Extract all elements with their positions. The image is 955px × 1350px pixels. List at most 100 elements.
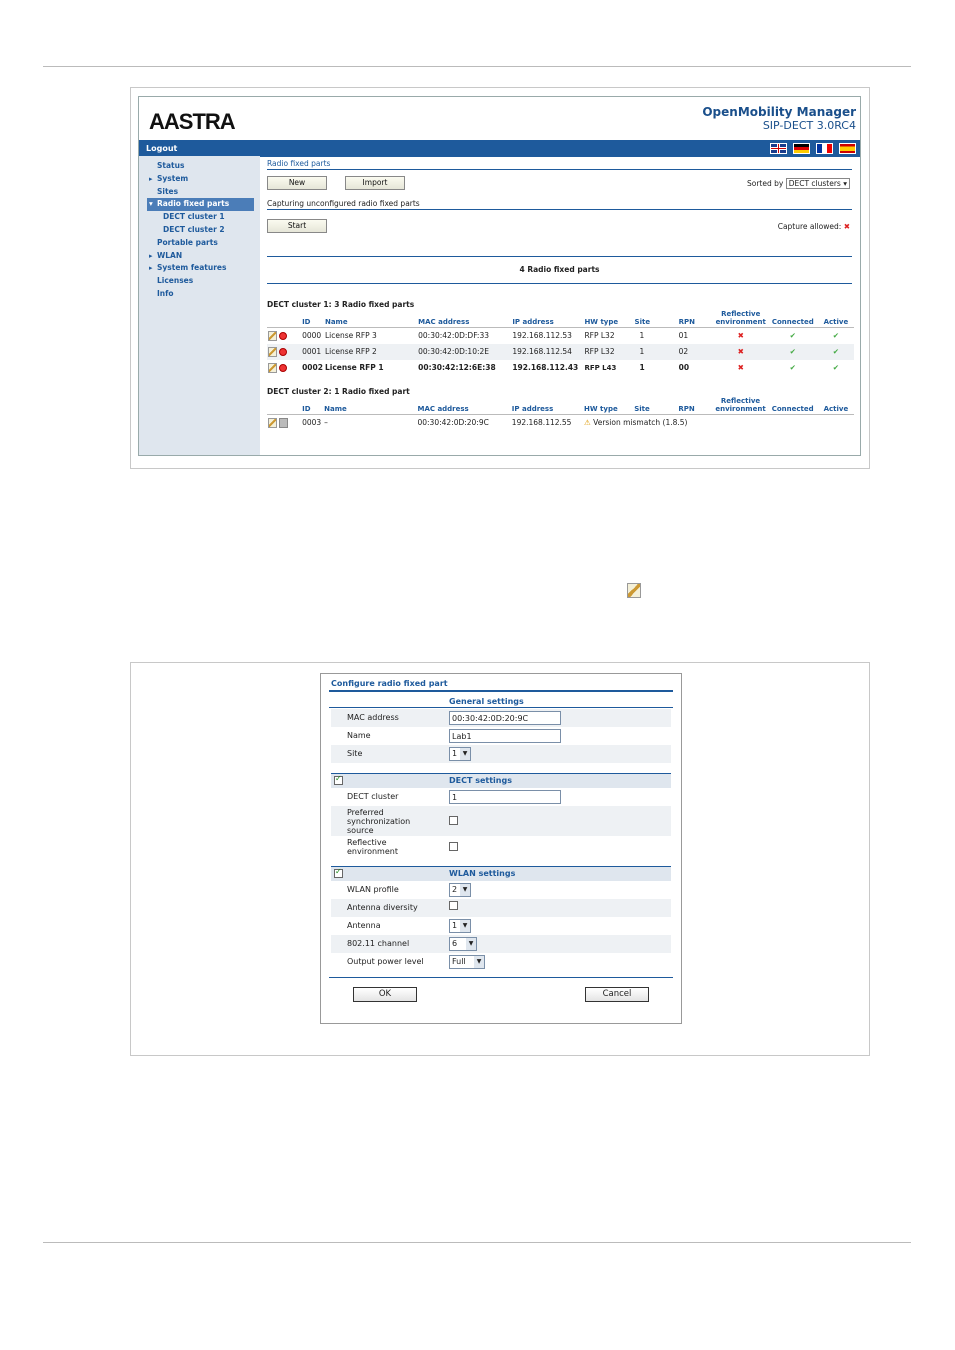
row-hw: RFP L32	[583, 343, 634, 360]
check-icon: ✔	[767, 343, 818, 360]
edit-icon[interactable]	[268, 346, 277, 357]
antenna-diversity-checkbox[interactable]	[449, 901, 458, 910]
sidebar-item-portable-parts[interactable]: Portable parts	[139, 237, 260, 250]
french-flag-icon[interactable]	[816, 143, 833, 154]
col-ip: IP address	[511, 309, 584, 328]
power-row: Output power level Full ▼	[331, 953, 671, 971]
col-connected: Connected	[767, 309, 818, 328]
spanish-flag-icon[interactable]	[839, 143, 856, 154]
delete-icon[interactable]	[279, 363, 287, 372]
sidebar-item-dect-cluster-2[interactable]: DECT cluster 2	[139, 224, 260, 237]
dect-settings-checkbox[interactable]	[334, 774, 343, 785]
row-ip: 192.168.112.54	[511, 343, 584, 360]
antenna-select[interactable]: 1 ▼	[449, 919, 471, 933]
row-site: 1	[639, 363, 645, 372]
capture-allowed-label: Capture allowed:	[777, 222, 842, 231]
channel-row: 802.11 channel 6 ▼	[331, 935, 671, 953]
row-site: 1	[639, 331, 645, 341]
name-field[interactable]: Lab1	[449, 729, 561, 743]
edit-icon[interactable]	[268, 362, 277, 373]
power-select[interactable]: Full ▼	[449, 955, 485, 969]
english-flag-icon[interactable]	[770, 143, 787, 154]
row-name: License RFP 1	[324, 363, 384, 372]
dect-cluster-label: DECT cluster	[347, 792, 399, 801]
delete-icon[interactable]	[279, 347, 287, 356]
sidebar-item-status[interactable]: Status	[139, 160, 260, 173]
sort-select-value: DECT clusters	[788, 179, 841, 188]
new-button[interactable]: New	[267, 176, 327, 190]
reflective-row: Reflective environment	[331, 836, 671, 860]
pref-sync-row: Preferred synchronization source	[331, 806, 671, 836]
channel-value: 6	[452, 939, 458, 948]
antenna-diversity-row: Antenna diversity	[331, 899, 671, 917]
row-name: License RFP 2	[323, 343, 418, 360]
site-select[interactable]: 1 ▼	[449, 747, 471, 761]
logout-link[interactable]: Logout	[146, 144, 177, 153]
edit-icon[interactable]	[268, 417, 277, 428]
divider	[329, 690, 673, 692]
wlan-profile-select[interactable]: 2 ▼	[449, 883, 471, 897]
sidebar-item-dect-cluster-1[interactable]: DECT cluster 1	[139, 211, 260, 224]
check-icon: ✔	[817, 343, 854, 360]
pref-sync-checkbox[interactable]	[449, 816, 458, 825]
col-reflective: Reflective environment	[713, 309, 768, 328]
warning-icon: ⚠	[584, 418, 591, 428]
sidebar-item-sites[interactable]: Sites	[139, 186, 260, 199]
import-button[interactable]: Import	[345, 176, 405, 190]
row-mac: 00:30:42:0D:10:2E	[417, 343, 512, 360]
german-flag-icon[interactable]	[793, 143, 810, 154]
reflective-checkbox[interactable]	[449, 842, 458, 851]
table-row: 0000 License RFP 3 00:30:42:0D:DF:33 192…	[267, 328, 854, 344]
wlan-settings-checkbox[interactable]	[334, 867, 343, 878]
col-reflective: Reflective environment	[713, 396, 768, 415]
antenna-value: 1	[452, 921, 458, 930]
col-connected: Connected	[767, 396, 818, 415]
trash-icon[interactable]	[279, 417, 288, 428]
page-bottom-rule	[43, 1242, 911, 1243]
col-site: Site	[633, 396, 678, 415]
sort-control: Sorted by DECT clusters ▾	[747, 178, 850, 189]
sidebar-item-system[interactable]: System	[139, 173, 260, 186]
sidebar-item-info[interactable]: Info	[139, 288, 260, 301]
cluster1-table: ID Name MAC address IP address HW type S…	[267, 309, 854, 376]
col-hw-type: HW type	[583, 309, 634, 328]
sidebar-item-radio-fixed-parts[interactable]: Radio fixed parts	[147, 198, 254, 212]
check-icon: ✔	[789, 331, 796, 341]
product-name: OpenMobility Manager	[702, 105, 856, 119]
row-mac: 00:30:42:12:6E:38	[418, 363, 496, 372]
version-mismatch-text: Version mismatch (1.8.5)	[593, 418, 688, 428]
start-capture-button[interactable]: Start	[267, 219, 327, 233]
sidebar-item-licenses[interactable]: Licenses	[139, 275, 260, 288]
mac-address-field[interactable]: 00:30:42:0D:20:9C	[449, 711, 561, 725]
col-rpn: RPN	[677, 396, 714, 415]
channel-select[interactable]: 6 ▼	[449, 937, 477, 951]
row-mac: 00:30:42:0D:DF:33	[418, 331, 490, 341]
cluster2-table: ID Name MAC address IP address HW type S…	[267, 396, 854, 431]
check-icon: ✔	[832, 363, 840, 372]
delete-icon[interactable]	[279, 331, 287, 340]
section-title: WLAN settings	[449, 869, 516, 878]
product-title: OpenMobility Manager SIP-DECT 3.0RC4	[702, 105, 856, 132]
sidebar-item-system-features[interactable]: System features	[139, 262, 260, 275]
col-mac: MAC address	[416, 396, 511, 415]
sort-select[interactable]: DECT clusters ▾	[785, 178, 850, 189]
cluster2-title: DECT cluster 2: 1 Radio fixed part	[267, 387, 410, 396]
power-value: Full	[452, 957, 466, 966]
cancel-button[interactable]: Cancel	[585, 987, 649, 1002]
ok-button[interactable]: OK	[353, 987, 417, 1002]
edit-icon[interactable]	[268, 330, 277, 341]
mac-label: MAC address	[347, 713, 399, 722]
row-id: 0003	[302, 418, 322, 428]
top-nav-bar: Logout	[139, 141, 860, 157]
row-mac: 00:30:42:0D:20:9C	[417, 418, 489, 428]
antenna-row: Antenna 1 ▼	[331, 917, 671, 935]
dect-cluster-field[interactable]: 1	[449, 790, 561, 804]
page-title: Radio fixed parts	[267, 159, 852, 170]
sidebar: Status System Sites Radio fixed parts DE…	[139, 156, 260, 455]
aastra-logo: AASTRA	[149, 109, 236, 134]
sorted-by-label: Sorted by	[746, 179, 784, 188]
chevron-down-icon: ▼	[466, 938, 476, 950]
sidebar-item-wlan[interactable]: WLAN	[139, 250, 260, 263]
table-row: 0001 License RFP 2 00:30:42:0D:10:2E 192…	[267, 343, 854, 360]
chevron-down-icon: ▼	[460, 748, 470, 760]
